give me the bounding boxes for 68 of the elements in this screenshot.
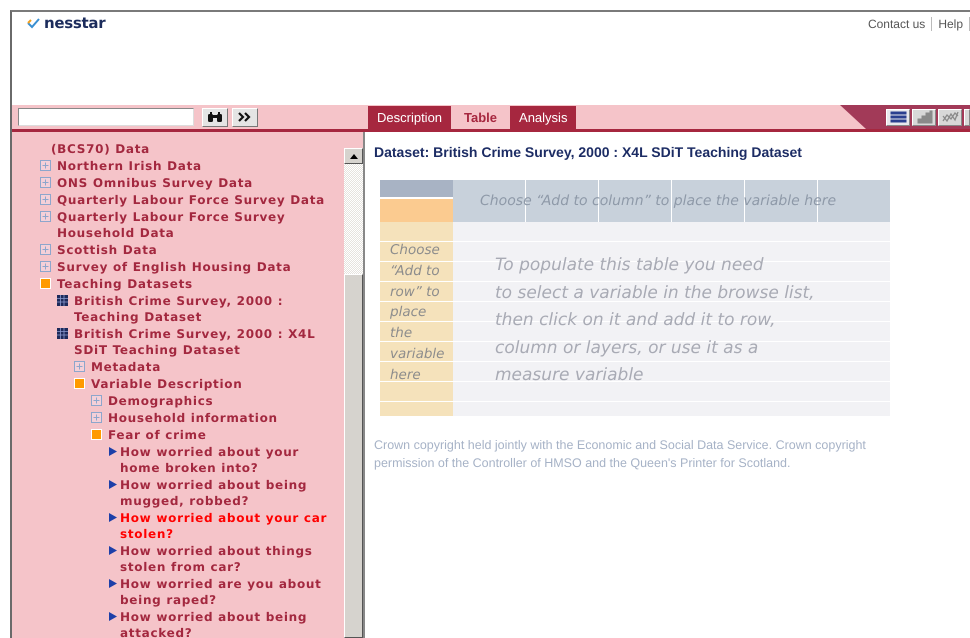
header-link[interactable]: Contact us xyxy=(862,17,932,31)
view-button[interactable] xyxy=(912,108,936,126)
double-chevron-icon xyxy=(238,112,252,122)
scroll-thumb[interactable] xyxy=(344,274,363,638)
tab[interactable]: Analysis xyxy=(510,106,576,129)
tree-item[interactable]: How worried about being attacked? xyxy=(120,609,338,638)
view-button[interactable] xyxy=(886,108,910,126)
table-view-icon xyxy=(890,110,906,124)
view-button[interactable] xyxy=(938,108,962,126)
open-square-icon[interactable] xyxy=(74,378,85,389)
expand-icon[interactable] xyxy=(74,361,85,372)
open-square-icon[interactable] xyxy=(91,429,102,440)
up-arrow-icon xyxy=(350,154,358,158)
triangle-icon xyxy=(109,480,117,489)
expand-icon[interactable] xyxy=(40,261,51,272)
tree-item[interactable]: British Crime Survey, 2000 : Teaching Dataset xyxy=(74,293,338,325)
expand-icon[interactable] xyxy=(40,244,51,255)
expand-icon[interactable] xyxy=(40,194,51,205)
tree-item[interactable]: ONS Omnibus Survey Data xyxy=(57,175,253,191)
search-field[interactable] xyxy=(18,108,194,126)
triangle-icon xyxy=(109,513,117,522)
expand-icon[interactable] xyxy=(91,412,102,423)
bar-chart-icon xyxy=(916,110,932,124)
tree-item[interactable]: British Crime Survey, 2000 : X4L SDiT Teaching Dataset xyxy=(74,326,338,358)
tree-item[interactable]: How worried about your car stolen? xyxy=(120,510,338,542)
binoculars-icon xyxy=(207,112,223,122)
grid-icon xyxy=(57,295,68,306)
tree-item[interactable]: Fear of crime xyxy=(108,427,207,443)
copyright-text: permission of the Controller of HMSO and the Queen's Printer for Scotland. xyxy=(374,455,792,472)
tree-item[interactable]: Quarterly Labour Force Survey Data xyxy=(57,192,325,208)
copyright-text: Crown copyright held jointly with the Economic and Social Data Service. Crown copyright xyxy=(374,437,867,454)
expand-icon[interactable] xyxy=(40,160,51,171)
tree-item[interactable]: How worried about being mugged, robbed? xyxy=(120,477,338,509)
triangle-icon xyxy=(109,447,117,456)
triangle-icon xyxy=(109,612,117,621)
tree-item[interactable]: Teaching Datasets xyxy=(57,276,193,292)
search-button[interactable] xyxy=(202,108,228,126)
logo-icon xyxy=(27,17,41,29)
triangle-icon xyxy=(109,579,117,588)
expand-icon[interactable] xyxy=(40,211,51,222)
row-hint: Choose “Add to row” to place the variable here xyxy=(390,241,446,385)
tree-item[interactable]: (BCS70) Data xyxy=(51,141,150,157)
table-message: To populate this table you need to select a variable in the browse list, then click on it and add it to row, column or layers, or use it as a measure variable xyxy=(495,254,816,388)
line-chart-icon xyxy=(942,110,958,124)
view-button[interactable] xyxy=(964,108,970,126)
tree-item[interactable]: Variable Description xyxy=(91,376,242,392)
column-hint: Choose “Add to column” to place the variable here xyxy=(480,193,836,209)
logo[interactable]: nesstar xyxy=(44,14,106,32)
tree-item[interactable]: Quarterly Labour Force Survey Household Data xyxy=(57,209,338,241)
tree-item[interactable]: Survey of English Housing Data xyxy=(57,259,292,275)
tree-item[interactable]: Demographics xyxy=(108,393,214,409)
tree-item[interactable]: Metadata xyxy=(91,359,162,375)
grid-icon xyxy=(57,328,68,339)
tree-item[interactable]: Household information xyxy=(108,410,278,426)
tab[interactable]: Description xyxy=(368,106,452,129)
tree-item[interactable]: Northern Irish Data xyxy=(57,158,202,174)
open-square-icon[interactable] xyxy=(40,278,51,289)
tree-item[interactable]: How worried are you about being raped? xyxy=(120,576,338,608)
tree-item[interactable]: How worried about things stolen from car? xyxy=(120,543,338,575)
tree-item[interactable]: Scottish Data xyxy=(57,242,158,258)
triangle-icon xyxy=(109,546,117,555)
scroll-up-button[interactable] xyxy=(344,148,363,164)
expand-icon[interactable] xyxy=(40,177,51,188)
expand-icon[interactable] xyxy=(91,395,102,406)
next-button[interactable] xyxy=(232,108,258,126)
header-link[interactable]: Help xyxy=(932,17,970,31)
dataset-title: Dataset: British Crime Survey, 2000 : X4L SDiT Teaching Dataset xyxy=(374,144,803,160)
tree-item[interactable]: How worried about your home broken into? xyxy=(120,444,338,476)
